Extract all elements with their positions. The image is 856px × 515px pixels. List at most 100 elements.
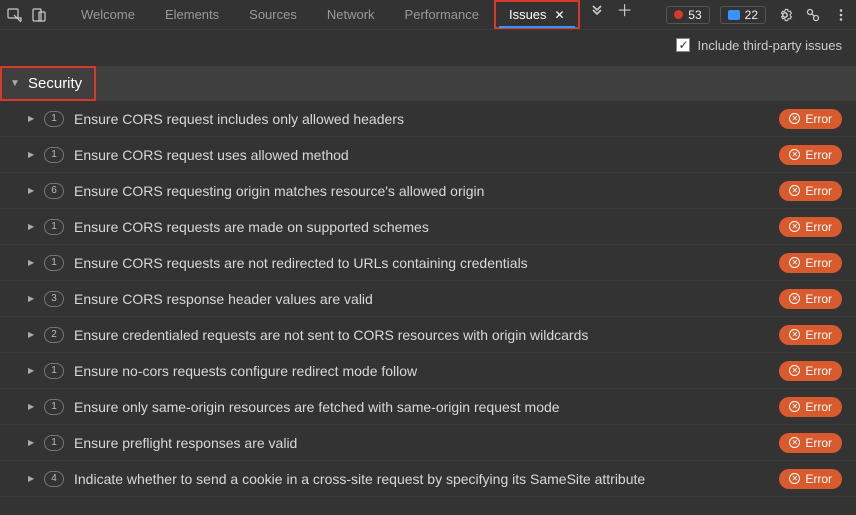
issue-title: Ensure CORS request uses allowed method xyxy=(74,147,779,163)
error-circle-icon: ✕ xyxy=(789,437,800,448)
chevron-right-icon: ▶ xyxy=(28,258,38,267)
tab-network[interactable]: Network xyxy=(312,0,390,29)
severity-pill: ✕ Error xyxy=(779,433,842,453)
issue-title: Indicate whether to send a cookie in a c… xyxy=(74,471,779,487)
toolbar-trailing: 53 22 xyxy=(666,6,850,24)
issue-row[interactable]: ▶4Indicate whether to send a cookie in a… xyxy=(0,461,856,497)
issue-title: Ensure only same-origin resources are fe… xyxy=(74,399,779,415)
severity-label: Error xyxy=(805,112,832,126)
chevron-right-icon: ▶ xyxy=(28,294,38,303)
chevron-right-icon: ▶ xyxy=(28,186,38,195)
checkbox-icon: ✓ xyxy=(676,38,690,52)
error-circle-icon: ✕ xyxy=(789,473,800,484)
severity-label: Error xyxy=(805,328,832,342)
issue-count-badge: 1 xyxy=(44,435,64,451)
toolbar-tabs: Welcome Elements Sources Network Perform… xyxy=(66,0,658,29)
issue-row[interactable]: ▶1Ensure CORS request uses allowed metho… xyxy=(0,137,856,173)
severity-label: Error xyxy=(805,148,832,162)
error-circle-icon: ✕ xyxy=(789,113,800,124)
message-counter[interactable]: 22 xyxy=(720,6,766,24)
category-security-header[interactable]: ▼ Security xyxy=(0,66,96,101)
include-third-party-toggle[interactable]: ✓ Include third-party issues xyxy=(676,38,842,53)
severity-pill: ✕ Error xyxy=(779,145,842,165)
device-toggle-icon[interactable] xyxy=(30,6,48,24)
severity-pill: ✕Error xyxy=(779,289,842,309)
more-tabs-icon[interactable] xyxy=(588,0,606,18)
tab-elements[interactable]: Elements xyxy=(150,0,234,29)
issues-list: ▶ 1 Ensure CORS request includes only allo… xyxy=(0,101,856,497)
message-count: 22 xyxy=(745,8,758,22)
severity-label: Error xyxy=(805,364,832,378)
gear-icon[interactable] xyxy=(776,6,794,24)
tab-performance[interactable]: Performance xyxy=(390,0,494,29)
error-circle-icon: ✕ xyxy=(789,401,800,412)
severity-pill: ✕ Error xyxy=(779,397,842,417)
tab-welcome[interactable]: Welcome xyxy=(66,0,150,29)
toolbar-leading-icons xyxy=(6,6,48,24)
error-circle-icon: ✕ xyxy=(789,293,800,304)
issue-row[interactable]: ▶1Ensure CORS request includes only allo… xyxy=(0,101,856,137)
error-circle-icon: ✕ xyxy=(789,149,800,160)
issues-filter-bar: ✓ Include third-party issues xyxy=(0,30,856,60)
tab-label: Welcome xyxy=(81,7,135,22)
tab-issues[interactable]: Issues ✕ xyxy=(494,0,580,29)
issue-row[interactable]: ▶ 6 Ensure CORS requesting origin matches … xyxy=(0,173,856,209)
tab-label: Sources xyxy=(249,7,297,22)
severity-label: Error xyxy=(805,256,832,270)
error-circle-icon: ✕ xyxy=(789,365,800,376)
error-counter[interactable]: 53 xyxy=(666,6,709,24)
issue-row[interactable]: ▶ 3 Ensure CORS response header values are… xyxy=(0,281,856,317)
severity-pill: ✕ Error xyxy=(779,109,842,129)
issue-title: Ensure CORS request includes only allowe… xyxy=(74,111,779,127)
close-icon[interactable]: ✕ xyxy=(555,8,565,22)
activity-icon[interactable] xyxy=(804,6,822,24)
issue-count-badge: 1 xyxy=(44,147,64,163)
add-tab-icon[interactable]: ＋ xyxy=(616,0,634,18)
severity-label: Error xyxy=(805,436,832,450)
severity-pill: ✕ Error xyxy=(779,217,842,237)
issue-title: Ensure preflight responses are valid xyxy=(74,435,779,451)
severity-label: Error xyxy=(805,220,832,234)
severity-pill: ✕ Error xyxy=(779,253,842,273)
category-label: Security xyxy=(28,75,82,92)
issue-row[interactable]: ▶1Ensure CORS requests are made on suppo… xyxy=(0,209,856,245)
category-row: ▼ Security xyxy=(0,66,856,101)
tab-label: Issues xyxy=(509,7,547,22)
error-circle-icon: ✕ xyxy=(789,257,800,268)
severity-label: Error xyxy=(805,400,832,414)
tab-label: Network xyxy=(327,7,375,22)
issue-row[interactable]: ▶1Ensure CORS requests are not redirecte… xyxy=(0,245,856,281)
issue-row[interactable]: ▶2Ensure credentialed requests are not s… xyxy=(0,317,856,353)
issue-count-badge: 2 xyxy=(44,327,64,343)
issue-row[interactable]: ▶1Ensure only same-origin resources are … xyxy=(0,389,856,425)
error-circle-icon: ✕ xyxy=(789,221,800,232)
chevron-right-icon: ▶ xyxy=(28,222,38,231)
issue-row[interactable]: ▶1Ensure preflight responses are valid✕E… xyxy=(0,425,856,461)
error-dot-icon xyxy=(674,10,683,19)
issue-count-badge: 3 xyxy=(44,291,64,307)
issue-title: Ensure credentialed requests are not sen… xyxy=(74,327,779,343)
severity-pill: ✕ Error xyxy=(779,181,842,201)
tab-sources[interactable]: Sources xyxy=(234,0,312,29)
issue-title: Ensure CORS requesting origin matches re… xyxy=(74,183,779,199)
tab-label: Elements xyxy=(165,7,219,22)
chevron-right-icon: ▶ xyxy=(28,114,38,123)
severity-pill: ✕ Error xyxy=(779,361,842,381)
chevron-right-icon: ▶ xyxy=(28,402,38,411)
chevron-right-icon: ▶ xyxy=(28,366,38,375)
error-circle-icon: ✕ xyxy=(789,185,800,196)
kebab-menu-icon[interactable] xyxy=(832,6,850,24)
error-circle-icon: ✕ xyxy=(789,329,800,340)
issue-count-badge: 1 xyxy=(44,219,64,235)
issue-count-badge: 6 xyxy=(44,183,64,199)
severity-label: Error xyxy=(805,184,832,198)
devtools-toolbar: Welcome Elements Sources Network Perform… xyxy=(0,0,856,30)
severity-label: Error xyxy=(805,472,832,486)
severity-pill: ✕ Error xyxy=(779,325,842,345)
tab-label: Performance xyxy=(405,7,479,22)
issue-row[interactable]: ▶1Ensure no-cors requests configure redi… xyxy=(0,353,856,389)
issue-count-badge: 4 xyxy=(44,471,64,487)
issue-title: Ensure CORS requests are not redirected … xyxy=(74,255,779,271)
inspect-element-icon[interactable] xyxy=(6,6,24,24)
issue-title: Ensure CORS response header values are v… xyxy=(74,291,779,307)
